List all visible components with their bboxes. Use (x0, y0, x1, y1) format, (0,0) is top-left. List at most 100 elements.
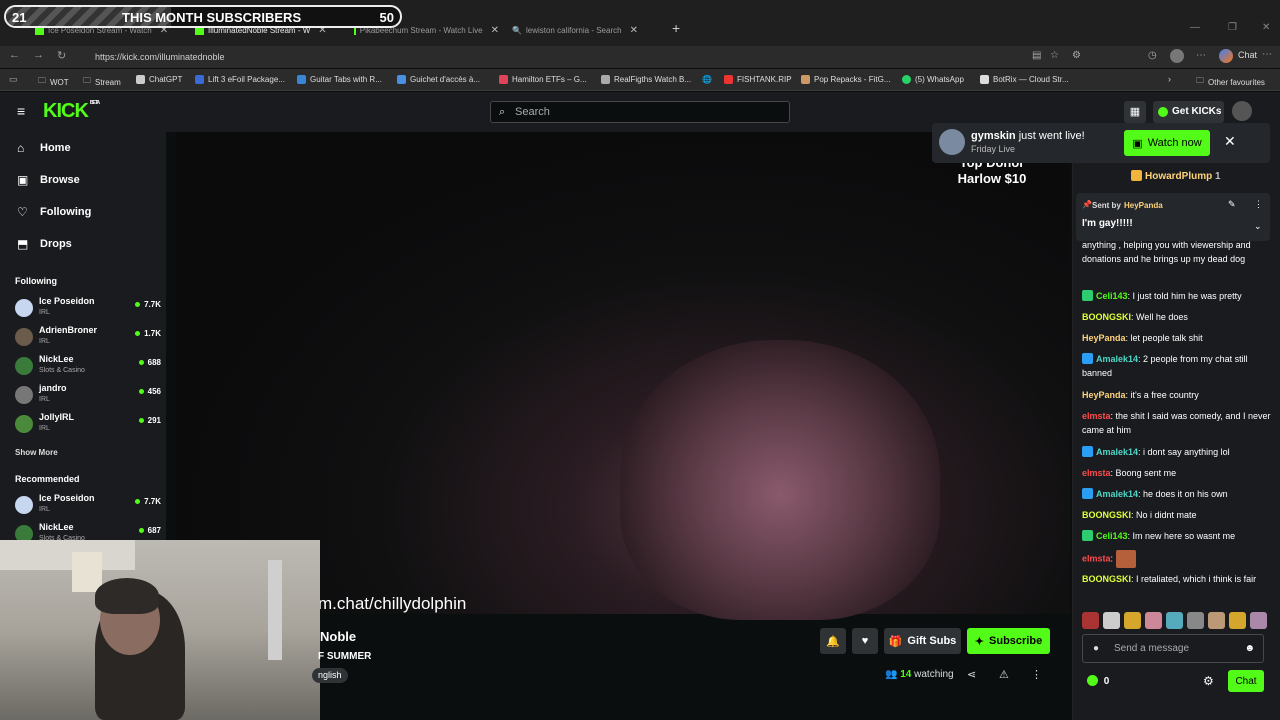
chat-username[interactable]: HeyPanda (1082, 333, 1126, 343)
forward-icon[interactable]: → (33, 49, 44, 61)
chat-username[interactable]: Amalek14 (1096, 354, 1138, 364)
followed-channel[interactable]: JollyIRL IRL 291 (15, 412, 163, 438)
bookmark-item[interactable]: Pop Repacks - FitG... (801, 75, 890, 84)
close-icon[interactable]: ✕ (1224, 133, 1236, 150)
more-icon[interactable]: ⋯ (1196, 50, 1206, 61)
chat-username[interactable]: HeyPanda (1082, 390, 1126, 400)
tab-search[interactable]: 🔍 lewiston california - Search ✕ (512, 20, 660, 40)
follow-heart-button[interactable]: ♥ (852, 628, 878, 654)
chat-username[interactable]: Celi143 (1096, 531, 1128, 541)
chevron-down-icon[interactable]: ⌄ (1254, 221, 1262, 232)
chat-username[interactable]: BOONGSKI (1082, 510, 1131, 520)
chat-message: anything , helping you with viewership a… (1082, 238, 1272, 266)
copilot-chat-label[interactable]: Chat (1238, 50, 1257, 60)
bookmark-item[interactable]: 🗀 Stream (83, 75, 121, 89)
pinned-menu-icon[interactable]: ⋮ (1254, 199, 1263, 210)
bookmark-item[interactable]: Lift 3 eFoil Package... (195, 75, 285, 84)
settings-menu-icon[interactable]: ⋯ (1262, 49, 1272, 60)
chevron-right-icon[interactable]: › (1168, 74, 1171, 84)
chat-username[interactable]: elmsta (1082, 468, 1111, 478)
minimize-button[interactable]: — (1190, 22, 1200, 33)
kicks-balance[interactable]: 0 (1087, 675, 1109, 687)
layout-icon[interactable]: ▦ (1124, 101, 1146, 123)
close-tab-icon[interactable]: ✕ (491, 25, 499, 36)
chat-username[interactable]: elmsta (1082, 411, 1111, 421)
other-favourites[interactable]: 🗀 Other favourites (1196, 75, 1265, 89)
gift-subs-button[interactable]: 🎁 Gift Subs (884, 628, 961, 654)
bookmark-item[interactable]: 🌐 (702, 75, 712, 84)
show-more-button[interactable]: Show More (15, 448, 58, 457)
send-chat-button[interactable]: Chat (1228, 670, 1264, 692)
chat-text: I just told him he was pretty (1132, 291, 1242, 301)
sidebar-item-browse[interactable]: Browse (40, 174, 80, 186)
emote-icon[interactable] (1103, 612, 1120, 629)
emote-icon[interactable] (1208, 612, 1225, 629)
emote-icon[interactable] (1124, 612, 1141, 629)
tv-icon: ▣ (1132, 137, 1143, 150)
emoji-icon[interactable]: ☻ (1244, 635, 1255, 662)
more-options-icon[interactable]: ⋮ (1031, 668, 1042, 681)
bookmark-item[interactable]: Guitar Tabs with R... (297, 75, 382, 84)
reader-icon[interactable]: ▤ (1032, 50, 1041, 61)
bookmark-item[interactable]: 🗀 WOT (38, 75, 69, 89)
get-kicks-button[interactable]: Get KICKs (1153, 101, 1224, 123)
close-tab-icon[interactable]: ✕ (630, 25, 638, 36)
kick-logo[interactable]: KICK BETA (43, 100, 100, 123)
chat-username[interactable]: elmsta (1082, 553, 1111, 563)
report-icon[interactable]: ⚠ (999, 668, 1009, 681)
maximize-button[interactable]: ❐ (1228, 22, 1237, 33)
window-close-button[interactable]: ✕ (1262, 22, 1270, 33)
profile-avatar[interactable] (1170, 49, 1184, 63)
followed-channel[interactable]: Ice Poseidon IRL 7.7K (15, 296, 163, 322)
new-tab-button[interactable]: + (672, 20, 680, 36)
watch-now-button[interactable]: ▣ Watch now (1124, 130, 1210, 156)
sidebar-item-drops[interactable]: Drops (40, 238, 72, 250)
emote-icon[interactable] (1145, 612, 1162, 629)
share-icon[interactable]: ⋖ (967, 668, 976, 681)
chat-username[interactable]: BOONGSKI (1082, 312, 1131, 322)
notification-bell-button[interactable]: 🔔 (820, 628, 846, 654)
emote-icon[interactable] (1166, 612, 1183, 629)
sidebar-item-home[interactable]: Home (40, 142, 71, 154)
following-heading: Following (15, 276, 57, 286)
chat-message-input[interactable]: ● Send a message ☻ (1082, 634, 1264, 663)
favorite-star-icon[interactable]: ☆ (1050, 50, 1059, 61)
extension-icon[interactable]: ⚙ (1072, 50, 1081, 61)
emote-icon[interactable] (1229, 612, 1246, 629)
followed-channel[interactable]: AdrienBroner IRL 1.7K (15, 325, 163, 351)
bookmark-item[interactable]: ChatGPT (136, 75, 182, 84)
history-icon[interactable]: ◷ (1148, 50, 1157, 61)
subscribe-button[interactable]: ✦ Subscribe (967, 628, 1050, 654)
search-input[interactable]: ⌕ Search (490, 101, 790, 123)
user-avatar[interactable] (1232, 101, 1252, 121)
recommended-heading: Recommended (15, 474, 80, 484)
chat-username[interactable]: BOONGSKI (1082, 574, 1131, 584)
bookmark-item[interactable]: Hamilton ETFs – G... (499, 75, 587, 84)
bookmark-item[interactable]: FISHTANK.RIP (724, 75, 792, 84)
language-tag[interactable]: nglish (312, 668, 348, 683)
bookmark-item[interactable]: RealFigths Watch B... (601, 75, 691, 84)
bookmark-item[interactable]: (5) WhatsApp (902, 75, 964, 84)
url-field[interactable]: https://kick.com/illuminatednoble (80, 48, 1270, 66)
bookmark-toggle-icon[interactable]: ▭ (9, 74, 18, 85)
bookmark-item[interactable]: Guichet d'accès à... (397, 75, 480, 84)
menu-icon[interactable]: ≡ (17, 103, 25, 119)
badge-icon (1082, 353, 1093, 364)
avatar (15, 415, 33, 433)
followed-channel[interactable]: jandro IRL 456 (15, 383, 163, 409)
followed-channel[interactable]: NickLee Slots & Casino 688 (15, 354, 163, 380)
unpin-icon[interactable]: ✎ (1228, 199, 1236, 210)
emote-icon[interactable] (1082, 612, 1099, 629)
bookmark-item[interactable]: BotRix — Cloud Str... (980, 75, 1069, 84)
chat-username[interactable]: Amalek14 (1096, 447, 1138, 457)
back-icon[interactable]: ← (9, 49, 20, 61)
emote-icon[interactable] (1187, 612, 1204, 629)
emote-icon[interactable] (1250, 612, 1267, 629)
copilot-icon[interactable] (1219, 49, 1233, 63)
recommended-channel[interactable]: Ice Poseidon IRL 7.7K (15, 493, 163, 519)
sidebar-item-following[interactable]: Following (40, 206, 91, 218)
reload-icon[interactable]: ↻ (57, 49, 66, 62)
chat-username[interactable]: Amalek14 (1096, 489, 1138, 499)
chat-settings-gear-icon[interactable]: ⚙ (1203, 674, 1214, 688)
chat-username[interactable]: Celi143 (1096, 291, 1128, 301)
